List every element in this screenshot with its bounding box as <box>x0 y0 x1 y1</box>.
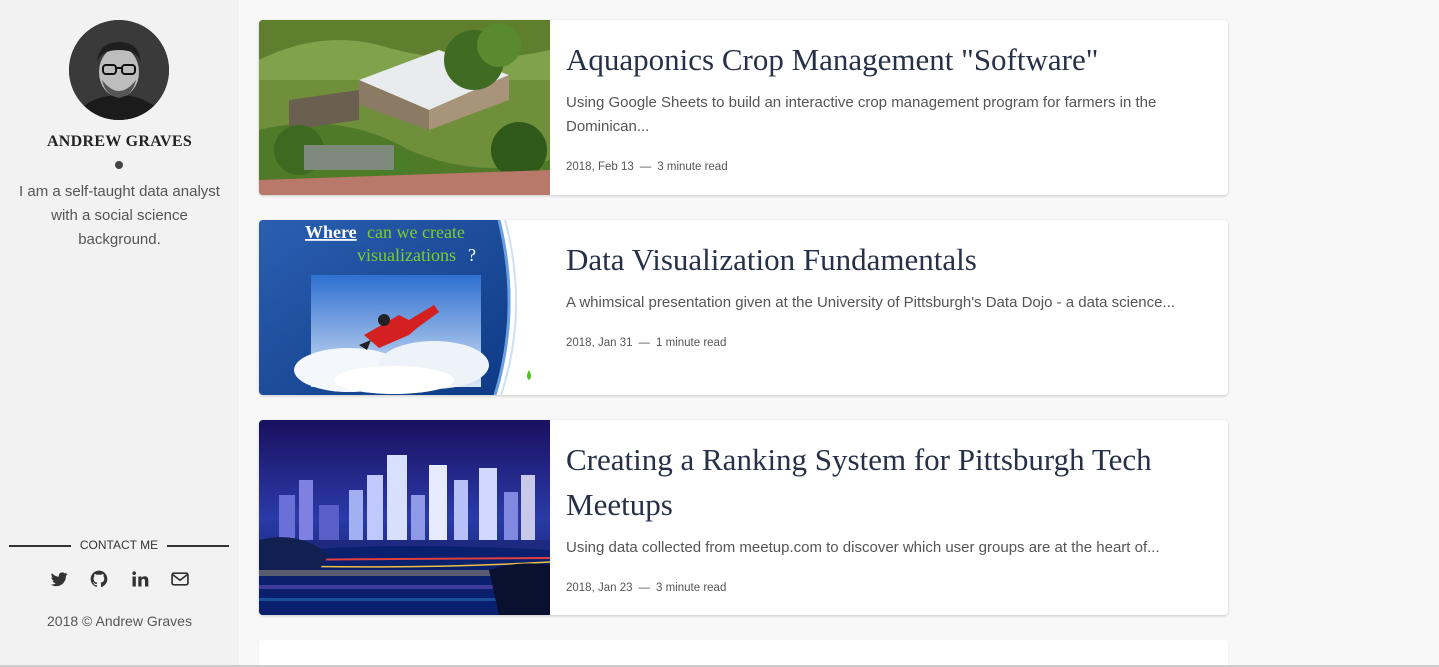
social-links <box>49 569 190 589</box>
separator-dot <box>115 161 123 169</box>
post-meta: 2018, Feb 13 — 3 minute read <box>566 161 728 173</box>
copyright: 2018 © Andrew Graves <box>47 613 192 629</box>
post-read-time: 1 minute read <box>656 337 727 349</box>
divider-left <box>9 545 71 547</box>
twitter-icon <box>50 572 68 587</box>
author-name: ANDREW GRAVES <box>46 133 193 150</box>
contact-heading: CONTACT ME <box>9 537 229 555</box>
post-date: 2018, Jan 31 <box>566 337 633 349</box>
post-thumbnail[interactable] <box>259 420 550 615</box>
post-excerpt: A whimsical presentation given at the Un… <box>566 294 1175 311</box>
post-excerpt: Using Google Sheets to build an interact… <box>566 94 1157 135</box>
email-link[interactable] <box>170 569 190 589</box>
meta-separator: — <box>638 582 651 594</box>
divider-right <box>167 545 229 547</box>
meta-separator: — <box>638 337 651 349</box>
post-read-time: 3 minute read <box>656 582 727 594</box>
meta-separator: — <box>639 161 652 173</box>
post-date: 2018, Feb 13 <box>566 161 634 173</box>
post-title[interactable]: Creating a Ranking System for Pittsburgh… <box>566 437 1216 527</box>
github-link[interactable] <box>89 569 109 589</box>
post-date: 2018, Jan 23 <box>566 582 633 594</box>
post-title[interactable]: Data Visualization Fundamentals <box>566 237 1216 282</box>
thumb-text-can-we-create: can we create <box>367 222 465 242</box>
contact-label: CONTACT ME <box>79 538 159 552</box>
twitter-link[interactable] <box>49 569 69 589</box>
thumb-text-visualizations: visualizations <box>357 245 456 265</box>
post-card-next[interactable] <box>259 640 1228 667</box>
thumb-text-question: ? <box>468 245 476 265</box>
post-excerpt: Using data collected from meetup.com to … <box>566 539 1160 556</box>
avatar <box>69 20 169 120</box>
post-thumbnail[interactable] <box>259 20 550 195</box>
linkedin-link[interactable] <box>130 569 150 589</box>
post-read-time: 3 minute read <box>657 161 728 173</box>
post-thumbnail[interactable]: Where can we create visualizations ? <box>259 220 550 395</box>
post-card-aquaponics[interactable]: Aquaponics Crop Management "Software" Us… <box>259 20 1228 195</box>
post-card-data-viz[interactable]: Where can we create visualizations ? Dat… <box>259 220 1228 395</box>
github-icon <box>90 570 108 588</box>
post-meta: 2018, Jan 23 — 3 minute read <box>566 582 726 594</box>
post-title[interactable]: Aquaponics Crop Management "Software" <box>566 37 1216 82</box>
post-meta: 2018, Jan 31 — 1 minute read <box>566 337 726 349</box>
thumb-text-where: Where <box>305 222 357 242</box>
sidebar: ANDREW GRAVES I am a self-taught data an… <box>0 0 239 667</box>
post-card-pittsburgh-meetups[interactable]: Creating a Ranking System for Pittsburgh… <box>259 420 1228 615</box>
mail-icon <box>171 572 189 586</box>
author-bio: I am a self-taught data analyst with a s… <box>19 183 220 248</box>
linkedin-icon <box>131 571 148 587</box>
